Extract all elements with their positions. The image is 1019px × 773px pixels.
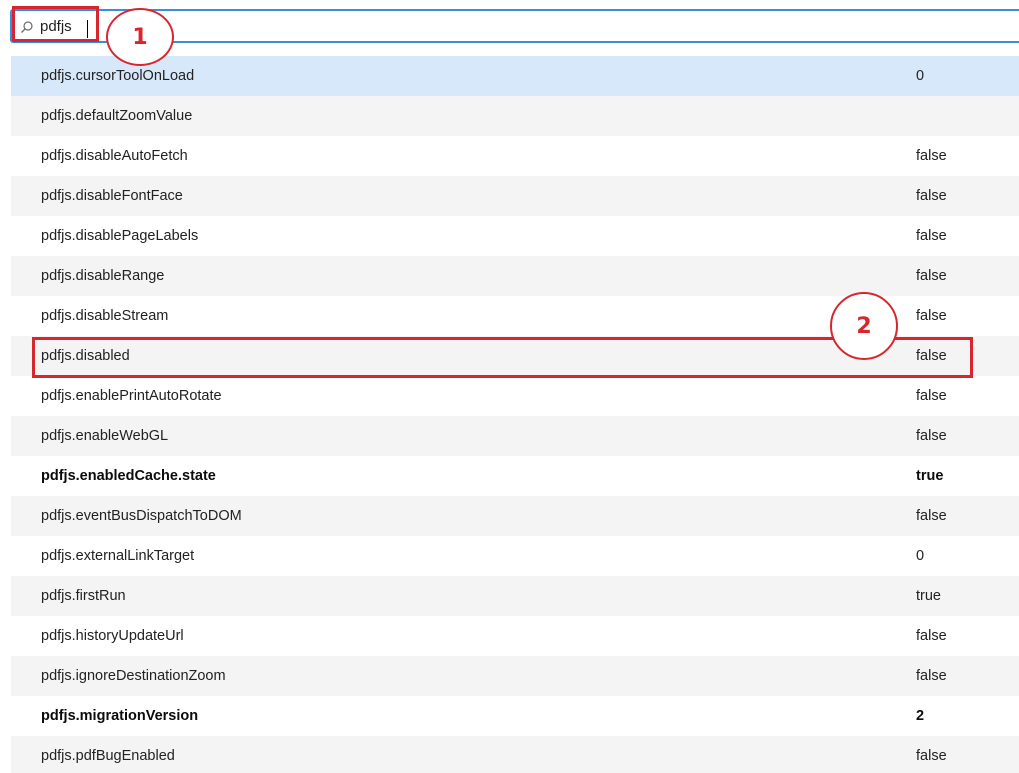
pref-value[interactable]: false [916, 188, 947, 204]
pref-value[interactable]: false [916, 268, 947, 284]
pref-name: pdfjs.externalLinkTarget [41, 548, 195, 564]
pref-row[interactable]: pdfjs.disablePageLabels false [11, 216, 1019, 256]
pref-row[interactable]: pdfjs.defaultZoomValue [11, 96, 1019, 136]
pref-row[interactable]: pdfjs.migrationVersion 2 [11, 696, 1019, 736]
pref-row[interactable]: pdfjs.disableStream false [11, 296, 1019, 336]
pref-row[interactable]: pdfjs.disableRange false [11, 256, 1019, 296]
pref-name: pdfjs.firstRun [41, 588, 126, 604]
pref-value[interactable]: false [916, 628, 947, 644]
search-bar[interactable] [10, 9, 1019, 43]
pref-value[interactable]: 2 [916, 708, 924, 724]
pref-value[interactable]: false [916, 348, 947, 364]
pref-name: pdfjs.disableStream [41, 308, 169, 324]
pref-value[interactable]: false [916, 308, 947, 324]
pref-name: pdfjs.cursorToolOnLoad [41, 68, 195, 84]
pref-row[interactable]: pdfjs.disableAutoFetch false [11, 136, 1019, 176]
pref-value[interactable]: false [916, 148, 947, 164]
pref-value[interactable]: false [916, 508, 947, 524]
pref-name: pdfjs.disableRange [41, 268, 165, 284]
pref-row[interactable]: pdfjs.eventBusDispatchToDOM false [11, 496, 1019, 536]
pref-row[interactable]: pdfjs.enableWebGL false [11, 416, 1019, 456]
pref-value[interactable]: 0 [916, 68, 924, 84]
pref-row[interactable]: pdfjs.historyUpdateUrl false [11, 616, 1019, 656]
pref-row[interactable]: pdfjs.enabledCache.state true [11, 456, 1019, 496]
pref-value[interactable]: false [916, 388, 947, 404]
pref-row[interactable]: pdfjs.pdfBugEnabled false [11, 736, 1019, 773]
pref-row[interactable]: pdfjs.externalLinkTarget 0 [11, 536, 1019, 576]
pref-name: pdfjs.migrationVersion [41, 708, 199, 724]
pref-name: pdfjs.enabledCache.state [41, 468, 216, 484]
pref-value[interactable]: true [916, 468, 943, 484]
pref-value[interactable]: false [916, 428, 947, 444]
pref-value[interactable]: true [916, 588, 941, 604]
text-caret [87, 20, 88, 38]
pref-name: pdfjs.defaultZoomValue [41, 108, 193, 124]
pref-name: pdfjs.disabled [41, 348, 130, 364]
pref-value[interactable]: false [916, 668, 947, 684]
pref-row[interactable]: pdfjs.ignoreDestinationZoom false [11, 656, 1019, 696]
pref-value[interactable]: 0 [916, 548, 924, 564]
pref-name: pdfjs.disableFontFace [41, 188, 183, 204]
pref-row[interactable]: pdfjs.cursorToolOnLoad 0 [11, 56, 1019, 96]
pref-name: pdfjs.ignoreDestinationZoom [41, 668, 226, 684]
search-input[interactable] [40, 15, 340, 37]
pref-name: pdfjs.enableWebGL [41, 428, 169, 444]
pref-row[interactable]: pdfjs.firstRun true [11, 576, 1019, 616]
pref-row[interactable]: pdfjs.enablePrintAutoRotate false [11, 376, 1019, 416]
pref-name: pdfjs.historyUpdateUrl [41, 628, 184, 644]
pref-row[interactable]: pdfjs.disableFontFace false [11, 176, 1019, 216]
pref-name: pdfjs.disableAutoFetch [41, 148, 188, 164]
pref-value[interactable]: false [916, 748, 947, 764]
pref-row[interactable]: pdfjs.disabled false [11, 336, 1019, 376]
pref-value[interactable]: false [916, 228, 947, 244]
pref-name: pdfjs.pdfBugEnabled [41, 748, 175, 764]
pref-name: pdfjs.disablePageLabels [41, 228, 199, 244]
preferences-list: pdfjs.cursorToolOnLoad 0 pdfjs.defaultZoom… [11, 56, 1019, 773]
pref-name: pdfjs.eventBusDispatchToDOM [41, 508, 242, 524]
about-config-page: pdfjs.cursorToolOnLoad 0 pdfjs.defaultZoom… [0, 0, 1019, 773]
pref-name: pdfjs.enablePrintAutoRotate [41, 388, 222, 404]
